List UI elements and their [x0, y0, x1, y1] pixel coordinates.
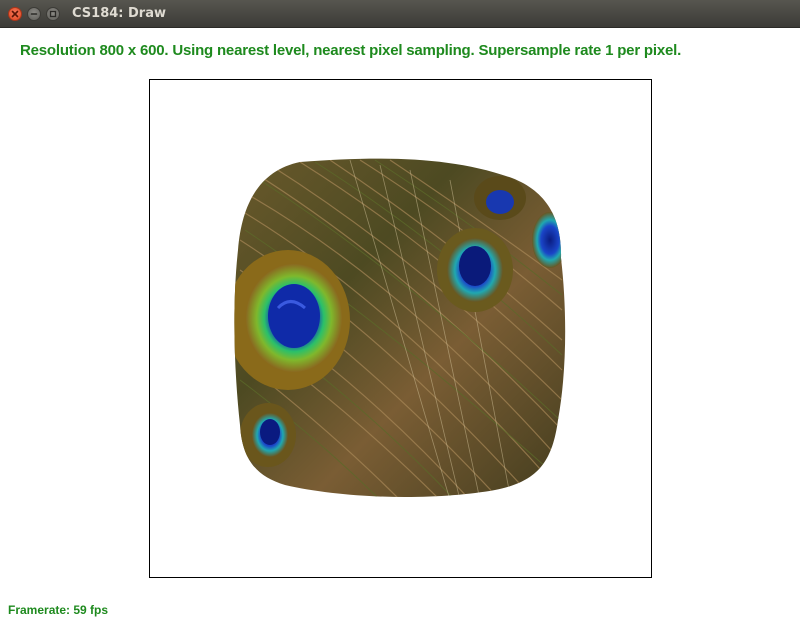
peacock-feather-texture	[234, 158, 566, 497]
maximize-button[interactable]	[46, 7, 60, 21]
status-text: Resolution 800 x 600. Using nearest leve…	[20, 42, 682, 59]
close-button[interactable]	[8, 7, 22, 21]
framerate-text: Framerate: 59 fps	[8, 603, 109, 617]
close-icon	[11, 10, 19, 18]
window-titlebar[interactable]: CS184: Draw	[0, 0, 800, 28]
draw-canvas[interactable]	[149, 79, 652, 578]
minimize-button[interactable]	[27, 7, 41, 21]
window-title: CS184: Draw	[72, 6, 166, 21]
minimize-icon	[30, 13, 38, 15]
maximize-icon	[49, 10, 57, 18]
